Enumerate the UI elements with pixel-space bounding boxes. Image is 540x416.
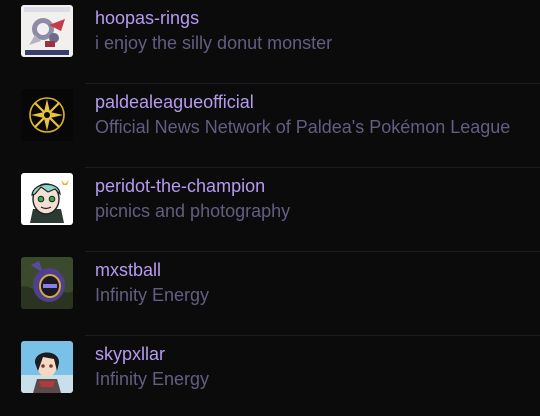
blog-row[interactable]: mxstball Infinity Energy (0, 252, 540, 336)
blog-row[interactable]: skypxllar Infinity Energy (0, 336, 540, 416)
blog-row[interactable]: hoopas-rings i enjoy the silly donut mon… (0, 0, 540, 84)
blog-name[interactable]: mxstball (95, 260, 161, 281)
peridot-avatar-icon[interactable] (21, 173, 73, 225)
blog-description: Infinity Energy (95, 285, 210, 305)
blog-name[interactable]: peridot-the-champion (95, 176, 265, 197)
hoopa-avatar-icon[interactable] (21, 5, 73, 57)
league-star-avatar-icon[interactable] (21, 89, 73, 141)
masked-knight-avatar-icon[interactable] (21, 257, 73, 309)
anime-girl-avatar-icon[interactable] (21, 341, 73, 393)
blog-list: hoopas-rings i enjoy the silly donut mon… (0, 0, 540, 416)
blog-name[interactable]: hoopas-rings (95, 8, 199, 29)
blog-description: Official News Network of Paldea's Pokémo… (95, 117, 511, 137)
blog-row[interactable]: paldealeagueofficial Official News Netwo… (0, 84, 540, 168)
blog-description: Infinity Energy (95, 369, 210, 389)
blog-name[interactable]: paldealeagueofficial (95, 92, 254, 113)
blog-row[interactable]: peridot-the-champion picnics and photogr… (0, 168, 540, 252)
blog-description: picnics and photography (95, 201, 291, 221)
blog-description: i enjoy the silly donut monster (95, 33, 333, 53)
blog-name[interactable]: skypxllar (95, 344, 165, 365)
